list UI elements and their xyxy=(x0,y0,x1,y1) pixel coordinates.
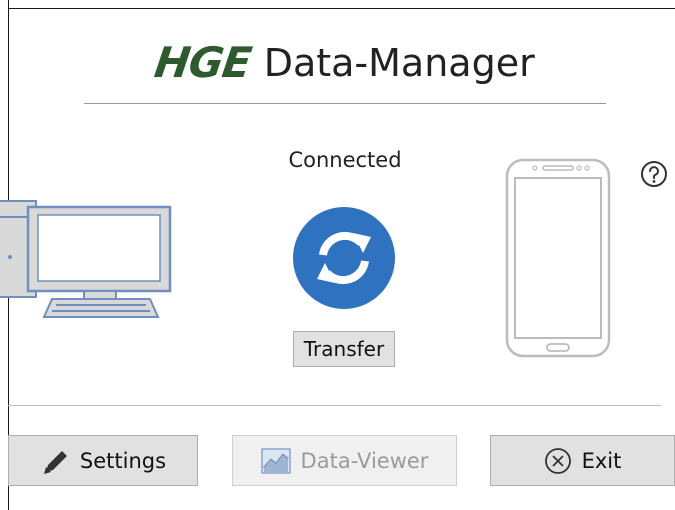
help-icon[interactable] xyxy=(640,160,668,188)
window-border-top xyxy=(8,8,675,9)
data-viewer-label: Data-Viewer xyxy=(300,448,429,473)
app-title: Data-Manager xyxy=(263,40,535,85)
header-divider xyxy=(84,103,606,104)
connection-status: Connected xyxy=(288,148,402,172)
app-header: HGE Data-Manager xyxy=(84,38,606,98)
sync-icon[interactable] xyxy=(293,207,395,309)
footer-divider xyxy=(8,405,661,406)
settings-button[interactable]: Settings xyxy=(8,435,198,486)
close-circle-icon xyxy=(544,447,571,474)
transfer-button[interactable]: Transfer xyxy=(293,331,395,367)
phone-icon xyxy=(505,158,611,358)
data-viewer-button[interactable]: Data-Viewer xyxy=(232,435,457,486)
exit-label: Exit xyxy=(581,448,622,473)
chart-icon xyxy=(260,447,291,474)
pencil-icon xyxy=(43,450,67,474)
exit-button[interactable]: Exit xyxy=(490,435,675,486)
settings-label: Settings xyxy=(79,448,167,473)
hge-logo: HGE xyxy=(151,38,255,87)
computer-icon xyxy=(0,195,172,320)
